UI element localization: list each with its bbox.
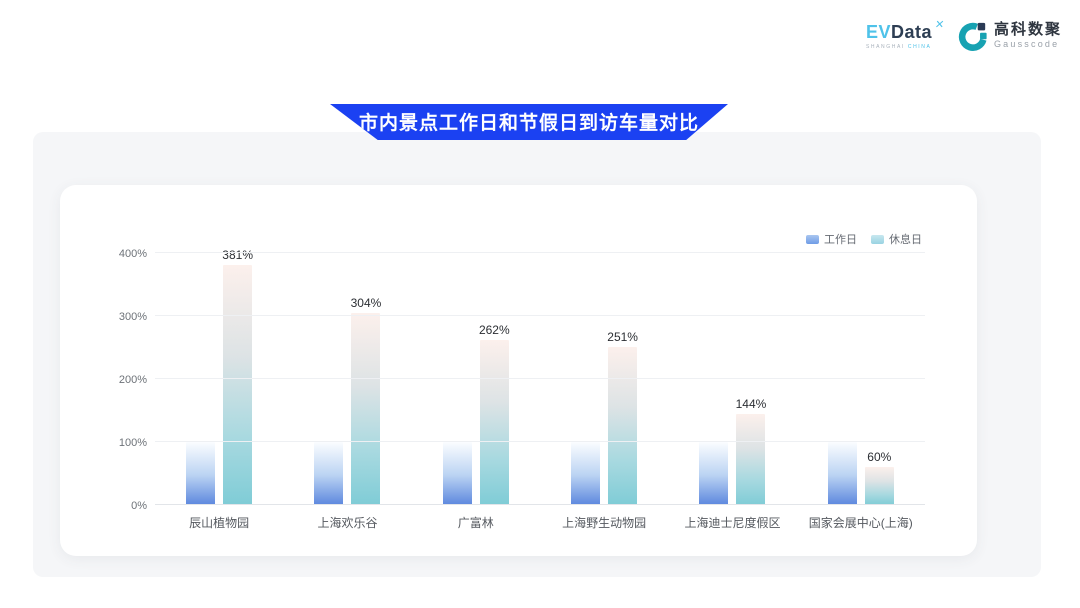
- evdata-subtext: SHANGHAI CHINA: [866, 44, 931, 50]
- legend-label-restday: 休息日: [889, 231, 922, 247]
- evdata-subtext-china: CHINA: [908, 44, 932, 50]
- evdata-subtext-shanghai: SHANGHAI: [866, 44, 905, 50]
- y-axis-tick-label: 0%: [131, 500, 147, 512]
- bar-group: 262%广富林: [443, 253, 509, 505]
- bar-workday: [314, 442, 343, 505]
- evdata-data-text: Data: [891, 22, 932, 42]
- x-axis-label: 国家会展中心(上海): [809, 514, 913, 531]
- evdata-ev-text: EV: [866, 22, 891, 42]
- gridline: [155, 441, 925, 442]
- page-title: 市内景点工作日和节假日到访车量对比: [359, 108, 699, 137]
- page-background: EVData ✕ SHANGHAI CHINA 高科数聚 Gausscode 市…: [0, 0, 1080, 608]
- gausscode-name-cn: 高科数聚: [994, 22, 1062, 39]
- gridline: [155, 504, 925, 505]
- x-axis-label: 上海迪士尼度假区: [684, 514, 780, 531]
- bar-restday: 251%: [608, 347, 637, 505]
- bar-value-label: 144%: [736, 397, 767, 411]
- bar-restday: 381%: [223, 265, 252, 505]
- gausscode-logo: 高科数聚 Gausscode: [958, 20, 1062, 52]
- bar-workday: [186, 442, 215, 505]
- legend-swatch-restday-icon: [871, 235, 884, 244]
- x-axis-label: 上海野生动物园: [562, 514, 646, 531]
- bar-value-label: 60%: [867, 450, 891, 464]
- y-axis-tick-label: 200%: [119, 374, 147, 386]
- x-axis-label: 广富林: [458, 514, 494, 531]
- title-banner: 市内景点工作日和节假日到访车量对比: [330, 104, 728, 140]
- legend-swatch-workday-icon: [806, 235, 819, 244]
- evdata-x-icon: ✕: [934, 18, 945, 31]
- gausscode-g-icon: [958, 20, 988, 52]
- bar-value-label: 304%: [351, 296, 382, 310]
- bar-restday: 60%: [865, 467, 894, 505]
- bar-restday: 304%: [351, 313, 380, 505]
- bar-workday: [443, 442, 472, 505]
- gausscode-text: 高科数聚 Gausscode: [994, 22, 1062, 49]
- y-axis-tick-label: 300%: [119, 311, 147, 323]
- bar-workday: [571, 442, 600, 505]
- legend-item-restday[interactable]: 休息日: [871, 231, 922, 247]
- gausscode-name-en: Gausscode: [994, 40, 1062, 50]
- bar-group: 381%辰山植物园: [186, 253, 252, 505]
- y-axis-tick-label: 400%: [119, 248, 147, 260]
- evdata-logo: EVData ✕ SHANGHAI CHINA: [866, 22, 944, 50]
- bar-group: 304%上海欢乐谷: [314, 253, 380, 505]
- bar-group: 60%国家会展中心(上海): [828, 253, 894, 505]
- bar-workday: [828, 442, 857, 505]
- legend-item-workday[interactable]: 工作日: [806, 231, 857, 247]
- bar-value-label: 251%: [607, 330, 638, 344]
- chart-card: 工作日 休息日 381%辰山植物园304%上海欢乐谷262%广富林251%上海野…: [60, 185, 977, 556]
- bar-group: 144%上海迪士尼度假区: [699, 253, 765, 505]
- x-axis-label: 上海欢乐谷: [317, 514, 377, 531]
- gridline: [155, 315, 925, 316]
- bar-groups: 381%辰山植物园 304%上海欢乐谷 262%广富林 251%上海野生动物园 144%…: [155, 253, 925, 505]
- bar-value-label: 262%: [479, 323, 510, 337]
- legend-label-workday: 工作日: [824, 231, 857, 247]
- y-axis-tick-label: 100%: [119, 437, 147, 449]
- evdata-wordmark: EVData: [866, 22, 932, 42]
- bar-restday: 144%: [736, 414, 765, 505]
- chart-legend: 工作日 休息日: [806, 231, 922, 247]
- bar-workday: [699, 442, 728, 505]
- bar-restday: 262%: [480, 340, 509, 505]
- bar-group: 251%上海野生动物园: [571, 253, 637, 505]
- plot-area: 381%辰山植物园 304%上海欢乐谷 262%广富林 251%上海野生动物园 144%…: [155, 253, 925, 505]
- gridline: [155, 378, 925, 379]
- header-logos: EVData ✕ SHANGHAI CHINA 高科数聚 Gausscode: [866, 20, 1062, 52]
- x-axis-label: 辰山植物园: [189, 514, 249, 531]
- bar-value-label: 381%: [222, 248, 253, 262]
- gridline: [155, 252, 925, 253]
